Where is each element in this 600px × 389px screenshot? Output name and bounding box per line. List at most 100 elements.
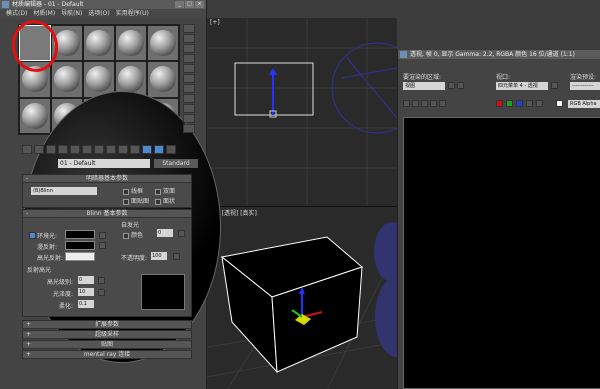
lock-icon[interactable] (29, 232, 36, 239)
maps-title: 贴图 (100, 341, 113, 348)
sample-slot[interactable] (52, 62, 82, 97)
wire-option[interactable]: 线框 (123, 186, 143, 195)
viewport-dropdown[interactable]: 四元菜单 4 - 透视 (496, 82, 548, 90)
swatch-icon[interactable] (556, 100, 563, 107)
go-forward-icon[interactable] (154, 145, 164, 154)
opacity-map-button[interactable] (173, 253, 180, 260)
self-illum-map-button[interactable] (178, 230, 185, 237)
gloss-value[interactable]: 10 (78, 288, 94, 296)
sample-sphere-icon (54, 66, 80, 93)
shader-rollout-header[interactable]: - 明暗器基本参数 (23, 175, 191, 183)
spec-level-map-button[interactable] (98, 277, 105, 284)
side-toolbar (183, 24, 195, 133)
ambient-label: 环境光: (37, 233, 58, 240)
menu-material[interactable]: 材质(M) (33, 9, 55, 19)
green-channel-icon[interactable] (506, 100, 513, 107)
material-editor-title: 材质编辑器 - 01 - Default (12, 1, 84, 8)
diffuse-swatch[interactable] (65, 241, 95, 250)
alpha-channel-icon[interactable] (526, 100, 533, 107)
save-image-icon[interactable] (403, 100, 410, 107)
spec-level-value[interactable]: 0 (78, 276, 94, 284)
self-illum-color-option[interactable]: 颜色 (123, 230, 143, 239)
select-by-material-icon[interactable] (183, 94, 195, 103)
preset-dropdown[interactable]: ------------ (570, 82, 600, 90)
sample-sphere-icon (150, 66, 176, 93)
two-sided-option[interactable]: 双面 (155, 186, 175, 195)
show-in-viewport-icon[interactable] (118, 145, 128, 154)
reset-map-icon[interactable] (58, 145, 68, 154)
material-editor-titlebar[interactable]: 材质编辑器 - 01 - Default _ □ × (0, 0, 206, 9)
extended-params-rollout[interactable]: + 扩展参数 (22, 320, 192, 329)
gloss-map-button[interactable] (98, 289, 105, 296)
extra-icon[interactable] (183, 114, 195, 123)
specular-swatch[interactable] (65, 252, 95, 261)
maximize-button[interactable]: □ (185, 1, 194, 8)
menu-navigation[interactable]: 导航(N) (61, 9, 82, 19)
video-check-icon[interactable] (183, 64, 195, 73)
background-icon[interactable] (183, 44, 195, 53)
blue-channel-icon[interactable] (516, 100, 523, 107)
lock-viewport-icon[interactable] (551, 82, 558, 89)
menu-mode[interactable]: 模式(D) (6, 9, 27, 19)
top-viewport[interactable]: [+] (207, 18, 397, 206)
ambient-map-button[interactable] (99, 232, 106, 239)
material-type-button[interactable]: Standard (154, 159, 198, 168)
material-navigator-icon[interactable] (183, 104, 195, 113)
make-copy-icon[interactable] (70, 145, 80, 154)
backlight-icon[interactable] (183, 34, 195, 43)
sample-type-icon[interactable] (183, 24, 195, 33)
sample-slot[interactable] (148, 62, 178, 97)
clone-window-icon[interactable] (421, 100, 428, 107)
maps-rollout[interactable]: + 贴图 (22, 340, 192, 349)
make-unique-icon[interactable] (82, 145, 92, 154)
red-channel-icon[interactable] (496, 100, 503, 107)
menu-utilities[interactable]: 实用程序(U) (116, 9, 149, 19)
material-id-icon[interactable] (106, 145, 116, 154)
gloss-label: 光泽度: (53, 291, 74, 298)
assign-to-selection-icon[interactable] (46, 145, 56, 154)
shader-rollout-title: 明暗器基本参数 (85, 175, 128, 182)
blinn-rollout-header[interactable]: - Blinn 基本参数 (23, 210, 191, 218)
shader-dropdown[interactable]: (B)Blinn (31, 187, 97, 195)
auto-region-icon[interactable] (457, 82, 464, 89)
put-to-library-icon[interactable] (94, 145, 104, 154)
ambient-swatch[interactable] (65, 230, 95, 239)
sample-sphere-icon (150, 30, 176, 57)
perspective-viewport[interactable]: [+] [透视] [真实] (207, 206, 397, 389)
shader-basic-rollout: - 明暗器基本参数 (B)Blinn 线框 双面 面贴图 面状 (22, 174, 192, 208)
go-sibling-icon[interactable] (166, 145, 176, 154)
copy-image-icon[interactable] (412, 100, 419, 107)
material-name-field[interactable]: 01 - Default (58, 159, 150, 168)
mono-icon[interactable] (536, 100, 543, 107)
clear-icon[interactable] (439, 100, 446, 107)
faceted-option[interactable]: 面状 (155, 196, 175, 205)
mental-ray-rollout[interactable]: + mental ray 连接 (22, 350, 192, 359)
options-icon[interactable] (183, 84, 195, 93)
channel-dropdown[interactable]: RGB Alpha (568, 100, 600, 108)
print-icon[interactable] (430, 100, 437, 107)
sample-slot[interactable] (148, 26, 178, 61)
sample-slot[interactable] (84, 26, 114, 61)
extra-icon[interactable] (183, 124, 195, 133)
close-button[interactable]: × (195, 1, 204, 8)
opacity-value[interactable]: 100 (151, 252, 167, 260)
supersampling-title: 超级采样 (94, 331, 119, 338)
render-window-titlebar[interactable]: 透视, 帧 0, 显示 Gamma: 2.2, RGBA 颜色 16 位/通道 … (398, 50, 600, 59)
sample-slot[interactable] (20, 98, 50, 133)
soften-value[interactable]: 0.1 (78, 300, 94, 308)
minimize-button[interactable]: _ (175, 1, 184, 8)
make-preview-icon[interactable] (183, 74, 195, 83)
self-illum-value[interactable]: 0 (157, 229, 173, 237)
get-material-icon[interactable] (22, 145, 32, 154)
area-dropdown[interactable]: 视图 (403, 82, 445, 90)
diffuse-map-button[interactable] (99, 242, 106, 249)
supersampling-rollout[interactable]: + 超级采样 (22, 330, 192, 339)
edit-region-icon[interactable] (448, 82, 455, 89)
sample-slot[interactable] (116, 26, 146, 61)
go-to-parent-icon[interactable] (142, 145, 152, 154)
put-to-scene-icon[interactable] (34, 145, 44, 154)
face-map-option[interactable]: 面贴图 (123, 196, 149, 205)
menu-options[interactable]: 选项(O) (88, 9, 109, 19)
show-end-result-icon[interactable] (130, 145, 140, 154)
uv-tiling-icon[interactable] (183, 54, 195, 63)
